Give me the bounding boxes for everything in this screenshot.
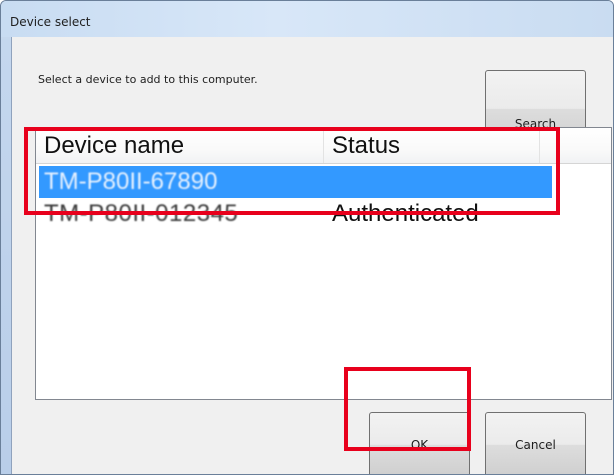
title-bar[interactable]: Device select — [1, 1, 613, 37]
dialog-client-area: Select a device to add to this computer.… — [11, 37, 613, 474]
instruction-text: Select a device to add to this computer. — [38, 73, 258, 86]
device-select-dialog: Device select Select a device to add to … — [0, 0, 614, 475]
highlight-box-selected-device — [24, 127, 560, 215]
window-title: Device select — [10, 15, 91, 29]
cancel-button[interactable]: Cancel — [485, 412, 586, 474]
cancel-button-label: Cancel — [515, 437, 556, 452]
highlight-box-ok-button — [344, 367, 471, 451]
